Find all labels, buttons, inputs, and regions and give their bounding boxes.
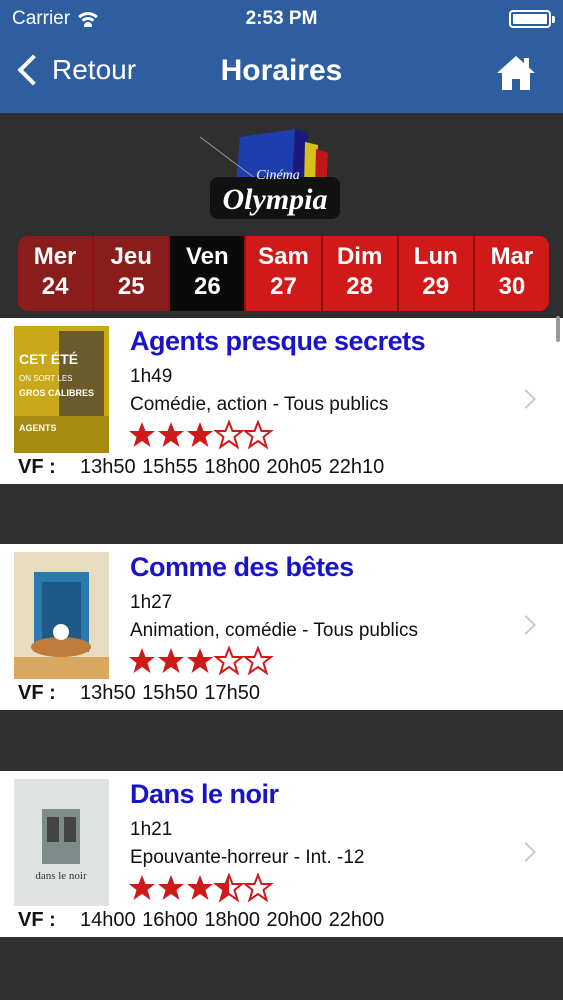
cinema-logo-area: Cinéma Olympia — [0, 113, 563, 235]
day-name: Sam — [258, 243, 309, 270]
day-name: Mer — [33, 243, 77, 270]
day-number: 26 — [194, 273, 221, 300]
day-tab-dim[interactable]: Dim 28 — [322, 236, 399, 311]
chevron-right-icon — [516, 842, 536, 862]
version-label: VF : — [18, 456, 56, 478]
logo-text-small: Cinéma — [256, 168, 300, 183]
chevron-right-icon — [516, 615, 536, 635]
showtimes: 13h50 15h50 17h50 — [80, 682, 260, 704]
movie-genre: Comédie, action - Tous publics — [130, 394, 389, 415]
navigation-bar: Retour Horaires — [0, 40, 563, 113]
rating-stars — [127, 645, 277, 676]
day-number: 25 — [117, 273, 145, 300]
logo-text-big: Olympia — [223, 183, 328, 216]
svg-text:CET ÉTÉ: CET ÉTÉ — [19, 351, 78, 367]
day-tab-mer[interactable]: Mer 24 — [18, 236, 95, 311]
movie-title: Dans le noir — [130, 779, 279, 809]
movie-title: Comme des bêtes — [130, 552, 354, 582]
day-name: Ven — [186, 243, 229, 270]
top-bar: Carrier 2:53 PM Retour Horaires — [0, 0, 563, 113]
showtimes: 13h50 15h55 18h00 20h05 22h10 — [80, 456, 385, 478]
day-number: 30 — [498, 273, 526, 300]
chevron-right-icon — [516, 389, 536, 409]
scrollbar[interactable] — [556, 316, 560, 342]
movie-duration: 1h49 — [130, 366, 173, 387]
day-name: Jeu — [110, 243, 152, 270]
day-name: Mar — [490, 243, 534, 270]
rating-stars — [127, 419, 277, 450]
day-name: Dim — [336, 243, 383, 270]
status-bar: Carrier 2:53 PM — [0, 0, 563, 40]
day-tab-lun[interactable]: Lun 29 — [398, 236, 475, 311]
movie-row[interactable]: dans le noir Dans le noir 1h21 Epouvante-ho… — [0, 771, 563, 937]
rating-stars — [127, 872, 277, 903]
movie-poster: CET ÉTÉ ON SORT LES GROS CALIBRES AGENTS — [14, 326, 109, 453]
day-tab-mar[interactable]: Mar 30 — [474, 236, 549, 311]
movie-poster — [14, 552, 109, 679]
home-icon[interactable] — [495, 54, 537, 92]
version-label: VF : — [18, 909, 56, 931]
movie-genre: Epouvante-horreur - Int. -12 — [130, 847, 365, 868]
movie-duration: 1h21 — [130, 819, 173, 840]
movie-row[interactable]: CET ÉTÉ ON SORT LES GROS CALIBRES AGENTS Age… — [0, 318, 563, 484]
version-label: VF : — [18, 682, 56, 704]
day-number: 24 — [41, 273, 69, 300]
movie-title: Agents presque secrets — [130, 326, 426, 356]
svg-text:ON SORT LES: ON SORT LES — [19, 374, 73, 383]
battery-icon — [509, 10, 555, 28]
svg-text:dans le noir: dans le noir — [35, 870, 87, 882]
movie-poster: dans le noir — [14, 779, 109, 906]
cinema-olympia-logo: Cinéma Olympia — [200, 129, 340, 219]
day-number: 29 — [422, 273, 450, 300]
day-tab-ven[interactable]: Ven 26 — [170, 236, 247, 311]
movie-row[interactable]: Comme des bêtes 1h27 Animation, comédie - … — [0, 544, 563, 710]
status-time: 2:53 PM — [245, 8, 318, 29]
movie-duration: 1h27 — [130, 592, 173, 613]
svg-text:GROS CALIBRES: GROS CALIBRES — [19, 388, 94, 398]
day-number: 27 — [270, 273, 297, 300]
day-name: Lun — [413, 243, 458, 270]
day-tab-jeu[interactable]: Jeu 25 — [94, 236, 171, 311]
page-title: Horaires — [220, 54, 343, 87]
day-number: 28 — [346, 273, 373, 300]
day-selector: Mer 24 Jeu 25 Ven 26 Sam 27 Dim 28 Lun 29 Mar 30 — [18, 236, 549, 311]
day-tab-sam[interactable]: Sam 27 — [246, 236, 323, 311]
movie-genre: Animation, comédie - Tous publics — [130, 620, 418, 641]
showtimes: 14h00 16h00 18h00 20h00 22h00 — [80, 909, 385, 931]
svg-text:AGENTS: AGENTS — [19, 423, 57, 433]
